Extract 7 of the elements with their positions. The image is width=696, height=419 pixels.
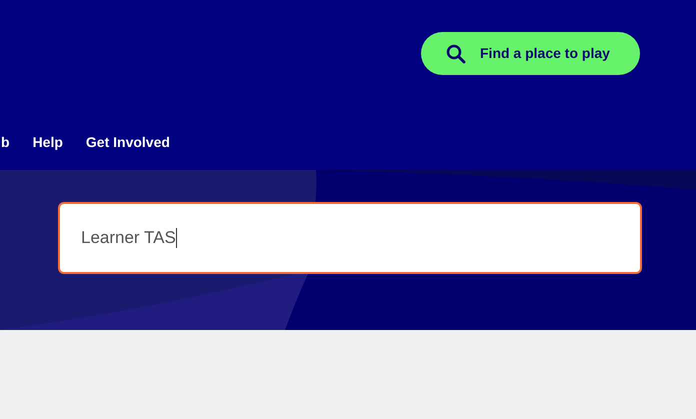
search-icon [446, 44, 466, 64]
nav-link[interactable]: Get Involved [86, 132, 170, 153]
search-field[interactable]: Learner TAS [58, 202, 642, 274]
text-cursor [176, 228, 177, 248]
find-place-button[interactable]: Find a place to play [421, 32, 640, 75]
nav-link[interactable]: b [1, 132, 10, 153]
nav-link[interactable]: Help [32, 132, 63, 153]
